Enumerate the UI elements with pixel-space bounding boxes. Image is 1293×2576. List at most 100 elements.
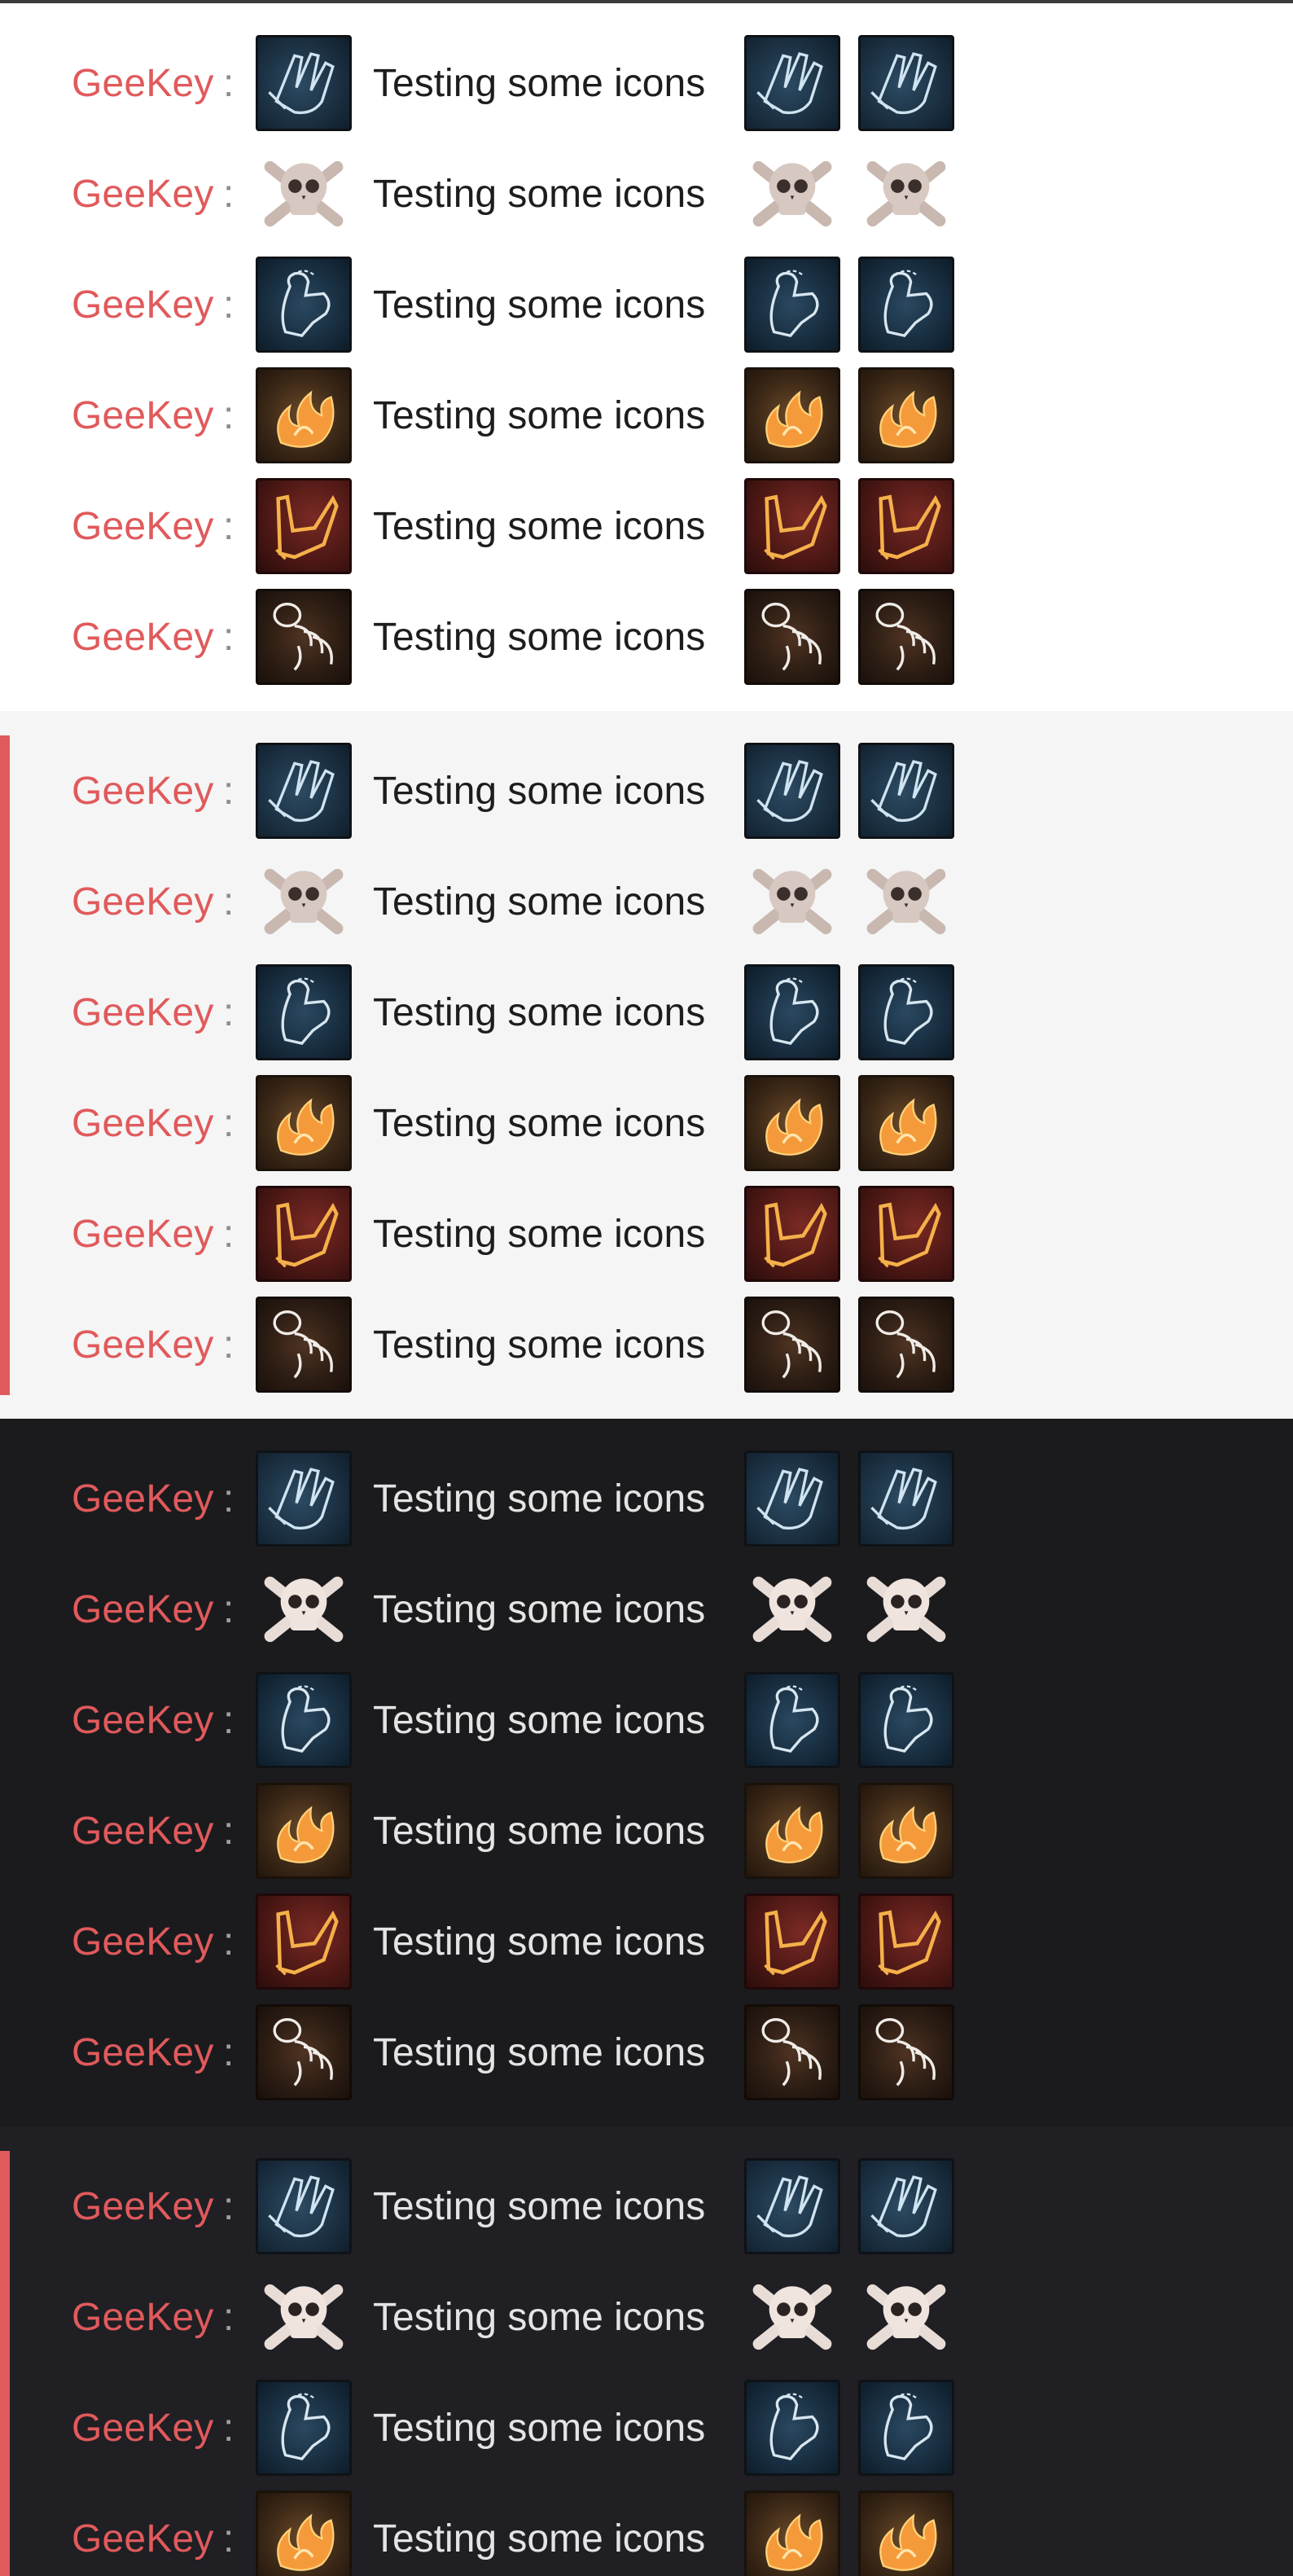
muscle-icon: [858, 2380, 954, 2476]
skull-icon: [256, 2269, 352, 2365]
hands-icon: [256, 35, 352, 131]
claw-icon: [858, 2004, 954, 2100]
skull-icon: [858, 854, 954, 950]
hands-icon: [744, 2158, 840, 2254]
fire-icon: [858, 1783, 954, 1879]
message-text: Testing some icons: [373, 1587, 706, 1631]
chat-section-white: GeeKey : Testing some icons GeeKey : Tes…: [0, 3, 1293, 711]
chat-line: GeeKey : Testing some icons: [0, 2483, 1293, 2576]
username[interactable]: GeeKey: [72, 2406, 214, 2451]
hands-icon: [744, 35, 840, 131]
message-text: Testing some icons: [373, 283, 706, 327]
boot-icon: [858, 1894, 954, 1990]
fire-icon: [858, 2490, 954, 2576]
chat-line: GeeKey : Testing some icons: [0, 1289, 1293, 1400]
claw-icon: [858, 1297, 954, 1393]
skull-icon: [858, 1561, 954, 1657]
username-colon: :: [223, 1101, 234, 1145]
message-text: Testing some icons: [373, 769, 706, 813]
chat-line: GeeKey : Testing some icons: [0, 1886, 1293, 1997]
boot-icon: [858, 478, 954, 574]
fire-icon: [256, 2490, 352, 2576]
message-text: Testing some icons: [373, 2184, 706, 2228]
muscle-icon: [744, 257, 840, 353]
chat-line: GeeKey : Testing some icons: [0, 735, 1293, 846]
chat-line: GeeKey : Testing some icons: [0, 28, 1293, 138]
username[interactable]: GeeKey: [72, 1212, 214, 1257]
muscle-icon: [256, 2380, 352, 2476]
claw-icon: [256, 2004, 352, 2100]
username[interactable]: GeeKey: [72, 61, 214, 106]
username-colon: :: [223, 1477, 234, 1521]
username-colon: :: [223, 880, 234, 924]
username[interactable]: GeeKey: [72, 1698, 214, 1743]
username[interactable]: GeeKey: [72, 393, 214, 438]
username[interactable]: GeeKey: [72, 1477, 214, 1521]
fire-icon: [744, 1783, 840, 1879]
message-text: Testing some icons: [373, 393, 706, 437]
message-text: Testing some icons: [373, 2030, 706, 2074]
chat-line: GeeKey : Testing some icons: [0, 249, 1293, 360]
username[interactable]: GeeKey: [72, 2295, 214, 2340]
username[interactable]: GeeKey: [72, 769, 214, 814]
username-colon: :: [223, 1323, 234, 1367]
username[interactable]: GeeKey: [72, 1323, 214, 1367]
muscle-icon: [858, 1672, 954, 1768]
message-text: Testing some icons: [373, 1698, 706, 1742]
chat-line: GeeKey : Testing some icons: [0, 957, 1293, 1068]
username[interactable]: GeeKey: [72, 880, 214, 924]
chat-line: GeeKey : Testing some icons: [0, 138, 1293, 249]
hands-icon: [256, 743, 352, 839]
username-colon: :: [223, 769, 234, 813]
skull-icon: [744, 854, 840, 950]
message-text: Testing some icons: [373, 880, 706, 924]
muscle-icon: [744, 2380, 840, 2476]
muscle-icon: [256, 1672, 352, 1768]
username[interactable]: GeeKey: [72, 2030, 214, 2075]
chat-line: GeeKey : Testing some icons: [0, 1443, 1293, 1554]
username-colon: :: [223, 61, 234, 105]
skull-icon: [256, 146, 352, 242]
chat-page: GeeKey : Testing some icons GeeKey : Tes…: [0, 0, 1293, 2576]
chat-line: GeeKey : Testing some icons: [0, 2262, 1293, 2372]
username[interactable]: GeeKey: [72, 1920, 214, 1964]
skull-icon: [256, 1561, 352, 1657]
boot-icon: [858, 1186, 954, 1282]
fire-icon: [744, 367, 840, 463]
boot-icon: [744, 1186, 840, 1282]
chat-line: GeeKey : Testing some icons: [0, 360, 1293, 471]
username[interactable]: GeeKey: [72, 615, 214, 660]
username[interactable]: GeeKey: [72, 2184, 214, 2229]
username[interactable]: GeeKey: [72, 2517, 214, 2561]
hands-icon: [744, 1450, 840, 1547]
username-colon: :: [223, 2184, 234, 2228]
chat-line: GeeKey : Testing some icons: [0, 2372, 1293, 2483]
skull-icon: [744, 1561, 840, 1657]
chat-section-light: GeeKey : Testing some icons GeeKey : Tes…: [0, 711, 1293, 1419]
message-text: Testing some icons: [373, 2295, 706, 2339]
username[interactable]: GeeKey: [72, 1809, 214, 1854]
username[interactable]: GeeKey: [72, 1587, 214, 1632]
message-text: Testing some icons: [373, 1212, 706, 1256]
message-text: Testing some icons: [373, 2517, 706, 2561]
username-colon: :: [223, 1809, 234, 1853]
username[interactable]: GeeKey: [72, 990, 214, 1035]
hands-icon: [256, 2158, 352, 2254]
claw-icon: [256, 589, 352, 685]
boot-icon: [256, 1186, 352, 1282]
claw-icon: [744, 2004, 840, 2100]
username[interactable]: GeeKey: [72, 504, 214, 549]
chat-section-darker: GeeKey : Testing some icons GeeKey : Tes…: [0, 2126, 1293, 2576]
username-colon: :: [223, 2406, 234, 2450]
skull-icon: [256, 854, 352, 950]
message-text: Testing some icons: [373, 1323, 706, 1367]
claw-icon: [744, 589, 840, 685]
muscle-icon: [256, 257, 352, 353]
username[interactable]: GeeKey: [72, 172, 214, 217]
username[interactable]: GeeKey: [72, 1101, 214, 1146]
fire-icon: [858, 1075, 954, 1171]
hands-icon: [858, 743, 954, 839]
boot-icon: [256, 478, 352, 574]
username[interactable]: GeeKey: [72, 283, 214, 327]
claw-icon: [858, 589, 954, 685]
